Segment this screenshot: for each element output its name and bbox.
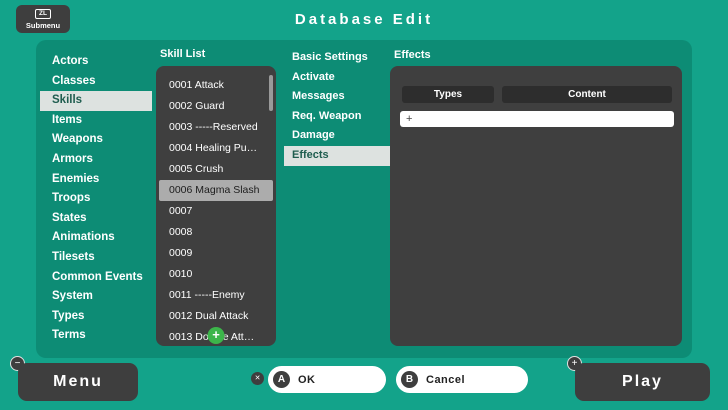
play-button-label: Play	[622, 373, 663, 390]
sidebar-item-animations[interactable]: Animations	[40, 228, 152, 248]
skill-list-item[interactable]: 0005 Crush	[159, 159, 273, 180]
effects-column-types[interactable]: Types	[402, 86, 494, 103]
skill-list-item[interactable]: 0011 -----Enemy	[159, 285, 273, 306]
nav-item-messages[interactable]: Messages	[284, 87, 390, 107]
play-button[interactable]: Play	[575, 363, 710, 401]
sidebar-item-states[interactable]: States	[40, 209, 152, 229]
effects-panel-title: Effects	[394, 49, 431, 61]
skill-list-item[interactable]: 0003 -----Reserved	[159, 117, 273, 138]
menu-button-label: Menu	[53, 373, 103, 390]
skill-list-item[interactable]: 0001 Attack	[159, 75, 273, 96]
category-sidebar: Actors Classes Skills Items Weapons Armo…	[40, 52, 152, 346]
skill-list-item[interactable]: 0012 Dual Attack	[159, 306, 273, 327]
sidebar-item-classes[interactable]: Classes	[40, 72, 152, 92]
sidebar-item-items[interactable]: Items	[40, 111, 152, 131]
effects-column-content[interactable]: Content	[502, 86, 672, 103]
b-button-icon: B	[401, 371, 418, 388]
nav-item-effects[interactable]: Effects	[284, 145, 390, 166]
skill-list-item[interactable]: 0002 Guard	[159, 96, 273, 117]
skill-list-item[interactable]: 0010	[159, 264, 273, 285]
menu-button[interactable]: Menu	[18, 363, 138, 401]
add-effect-row[interactable]: +	[400, 111, 674, 127]
sidebar-item-actors[interactable]: Actors	[40, 52, 152, 72]
sidebar-item-system[interactable]: System	[40, 287, 152, 307]
skill-list-scrollbar[interactable]	[269, 75, 273, 111]
skill-list-title: Skill List	[160, 48, 206, 60]
effects-panel: Types Content +	[390, 66, 682, 346]
nav-item-req-weapon[interactable]: Req. Weapon	[284, 107, 390, 127]
sidebar-item-armors[interactable]: Armors	[40, 150, 152, 170]
sidebar-item-weapons[interactable]: Weapons	[40, 130, 152, 150]
sidebar-item-enemies[interactable]: Enemies	[40, 170, 152, 190]
ok-button-label: OK	[298, 373, 316, 386]
ok-button[interactable]: A OK	[268, 366, 386, 393]
skill-list-item[interactable]: 0004 Healing Pu…	[159, 138, 273, 159]
x-button-icon: ✕	[251, 372, 264, 385]
sidebar-item-terms[interactable]: Terms	[40, 326, 152, 346]
skill-settings-nav: Basic Settings Activate Messages Req. We…	[284, 48, 390, 166]
skill-list-item-selected[interactable]: 0006 Magma Slash	[159, 180, 273, 201]
skill-list-panel: 0001 Attack 0002 Guard 0003 -----Reserve…	[156, 66, 276, 346]
a-button-icon: A	[273, 371, 290, 388]
nav-item-basic-settings[interactable]: Basic Settings	[284, 48, 390, 68]
skill-list-item[interactable]: 0009	[159, 243, 273, 264]
skill-list-item[interactable]: 0007	[159, 201, 273, 222]
page-title: Database Edit	[294, 11, 434, 28]
cancel-button-label: Cancel	[426, 373, 466, 386]
sidebar-item-skills[interactable]: Skills	[40, 91, 152, 111]
sidebar-item-tilesets[interactable]: Tilesets	[40, 248, 152, 268]
skill-list-item[interactable]: 0008	[159, 222, 273, 243]
cancel-button[interactable]: B Cancel	[396, 366, 528, 393]
sidebar-item-common-events[interactable]: Common Events	[40, 268, 152, 288]
sidebar-item-troops[interactable]: Troops	[40, 189, 152, 209]
add-skill-button[interactable]: +	[207, 327, 225, 344]
sidebar-item-types[interactable]: Types	[40, 307, 152, 327]
nav-item-damage[interactable]: Damage	[284, 126, 390, 146]
database-panel: Actors Classes Skills Items Weapons Armo…	[36, 40, 692, 358]
nav-item-activate[interactable]: Activate	[284, 68, 390, 88]
